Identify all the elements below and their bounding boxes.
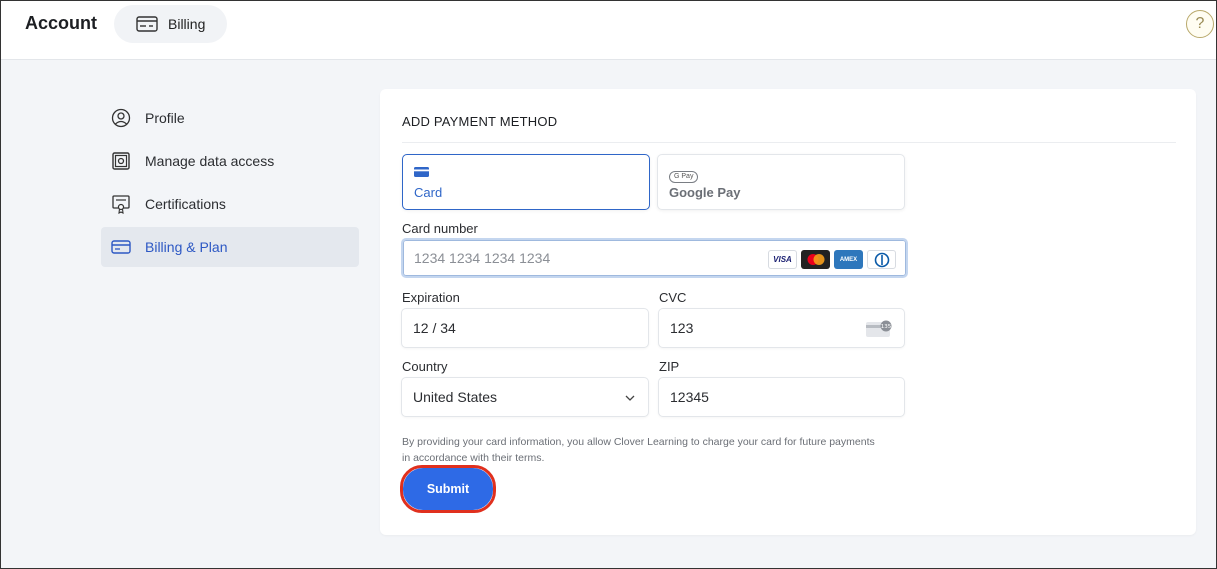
credit-card-icon (111, 237, 131, 257)
amex-icon: AMEX (834, 250, 863, 269)
country-label: Country (402, 359, 448, 374)
cvc-label: CVC (659, 290, 687, 305)
zip-field[interactable]: 12345 (658, 377, 905, 417)
expiration-field[interactable]: 12 / 34 (401, 308, 649, 348)
sidebar-item-label: Certifications (145, 196, 226, 212)
top-bar: Account Billing ? (1, 1, 1216, 60)
card-brands: VISA AMEX (768, 250, 896, 269)
card-number-field[interactable]: VISA AMEX (401, 238, 908, 278)
card-number-label: Card number (402, 221, 478, 236)
sidebar-item-certifications[interactable]: Certifications (101, 184, 359, 224)
country-select[interactable]: United States (401, 377, 649, 417)
sidebar-item-manage-data-access[interactable]: Manage data access (101, 141, 359, 181)
page-title: Account (25, 13, 97, 33)
payment-method-google-pay[interactable]: G Pay Google Pay (657, 154, 905, 210)
safe-icon (111, 151, 131, 171)
payment-method-label: Google Pay (669, 185, 741, 200)
cvc-card-icon: 135 (865, 319, 893, 342)
cvc-value: 123 (670, 320, 694, 336)
cvc-field[interactable]: 123 135 (658, 308, 905, 348)
tab-billing-label: Billing (168, 16, 206, 32)
visa-icon: VISA (768, 250, 797, 269)
payment-panel: ADD PAYMENT METHOD Card G Pay Google Pay… (380, 89, 1196, 535)
user-circle-icon (111, 108, 131, 128)
svg-text:135: 135 (881, 324, 892, 330)
diners-icon (867, 250, 896, 269)
panel-title: ADD PAYMENT METHOD (402, 114, 558, 129)
chevron-down-icon (624, 391, 636, 407)
zip-label: ZIP (659, 359, 680, 374)
mastercard-icon (801, 250, 830, 269)
question-icon[interactable]: ? (1186, 10, 1214, 38)
sidebar: Profile Manage data access Certification… (101, 98, 359, 270)
sidebar-item-label: Billing & Plan (145, 239, 228, 255)
disclaimer-text: By providing your card information, you … (402, 436, 875, 464)
payment-method-card[interactable]: Card (402, 154, 650, 210)
sidebar-item-label: Manage data access (145, 153, 275, 169)
expiration-label: Expiration (402, 290, 460, 305)
credit-card-icon (136, 16, 158, 32)
payment-method-label: Card (414, 185, 443, 200)
certificate-icon (111, 194, 131, 214)
google-pay-icon: G Pay (669, 165, 699, 183)
card-icon (414, 165, 430, 183)
expiration-value: 12 / 34 (413, 320, 456, 336)
sidebar-item-billing-plan[interactable]: Billing & Plan (101, 227, 359, 267)
zip-value: 12345 (670, 389, 709, 405)
country-value: United States (413, 389, 498, 405)
submit-button[interactable]: Submit (403, 468, 493, 510)
sidebar-item-label: Profile (145, 110, 185, 126)
sidebar-item-profile[interactable]: Profile (101, 98, 359, 138)
divider (402, 142, 1176, 143)
tab-billing[interactable]: Billing (114, 5, 227, 43)
